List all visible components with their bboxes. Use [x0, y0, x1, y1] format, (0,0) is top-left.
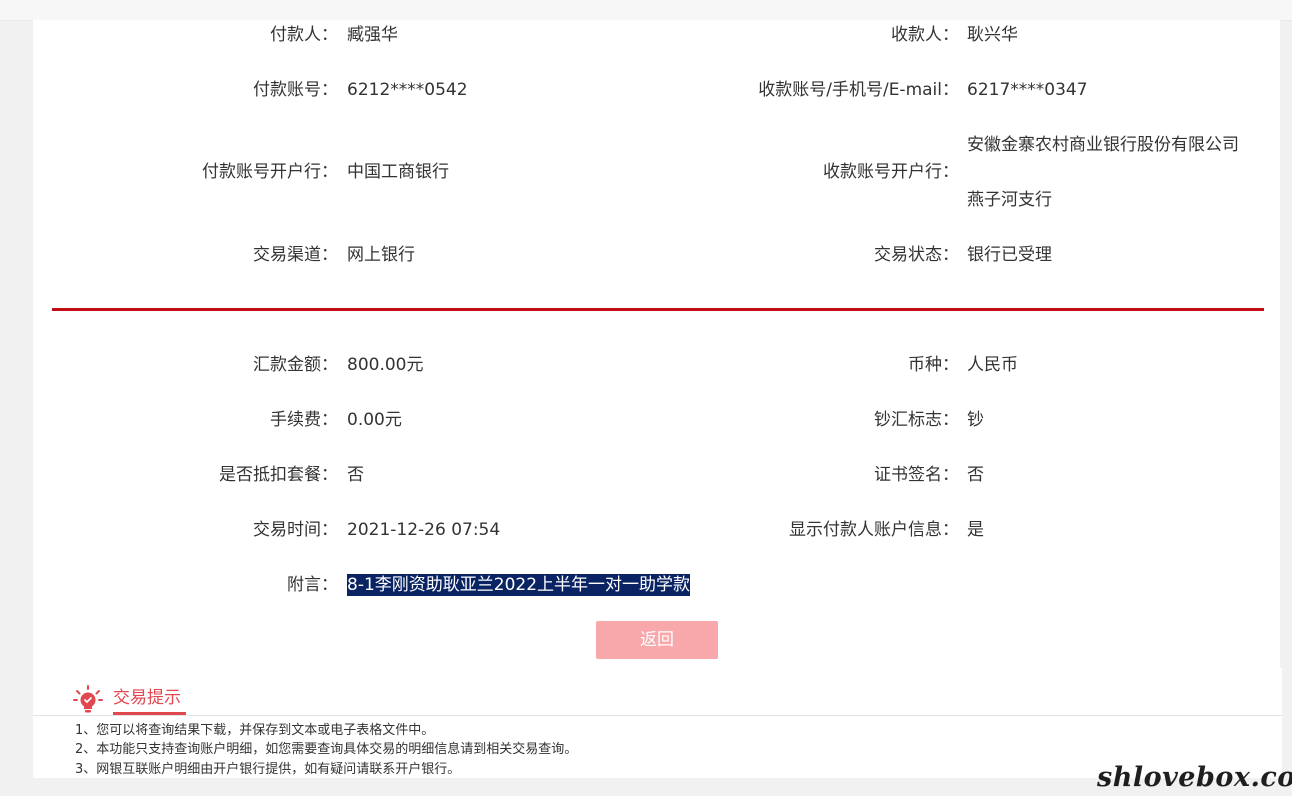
- payer-value: 臧强华: [347, 25, 398, 45]
- fee-value: 0.00元: [347, 410, 402, 430]
- cash-flag-value: 钞: [967, 410, 984, 430]
- show-payer-value: 是: [967, 520, 984, 540]
- package-label: 是否抵扣套餐：: [219, 465, 338, 485]
- payer-account-label: 付款账号：: [253, 80, 338, 100]
- payer-account-value: 6212****0542: [347, 80, 468, 100]
- status-value: 银行已受理: [967, 245, 1052, 265]
- payee-value: 耿兴华: [967, 25, 1018, 45]
- payee-bank-label: 收款账号开户行：: [823, 162, 959, 182]
- currency-value: 人民币: [967, 355, 1018, 375]
- channel-label: 交易渠道：: [253, 245, 338, 265]
- payee-account-label: 收款账号/手机号/E-mail：: [758, 80, 959, 100]
- tip-line-1: 1、您可以将查询结果下载，并保存到文本或电子表格文件中。: [75, 723, 435, 738]
- cert-value: 否: [967, 465, 984, 485]
- payee-bank-value-line1: 安徽金寨农村商业银行股份有限公司: [967, 135, 1239, 155]
- amount-label: 汇款金额：: [253, 355, 338, 375]
- currency-label: 币种：: [908, 355, 959, 375]
- status-label: 交易状态：: [874, 245, 959, 265]
- payee-bank-value-line2: 燕子河支行: [967, 190, 1052, 210]
- package-value: 否: [347, 465, 364, 485]
- payer-bank-value: 中国工商银行: [347, 162, 449, 182]
- watermark: shlovebox.com: [1097, 762, 1292, 793]
- tips-section: 交易提示 1、您可以将查询结果下载，并保存到文本或电子表格文件中。 2、本功能只…: [33, 668, 1282, 778]
- fee-label: 手续费：: [270, 410, 338, 430]
- tips-title: 交易提示: [113, 688, 181, 708]
- memo-value: 8-1李刚资助耿亚兰2022上半年一对一助学款: [347, 574, 691, 596]
- cert-label: 证书签名：: [874, 465, 959, 485]
- time-value: 2021-12-26 07:54: [347, 520, 501, 540]
- memo-label: 附言：: [287, 575, 338, 595]
- payee-label: 收款人：: [891, 25, 959, 45]
- amount-value: 800.00元: [347, 355, 424, 375]
- payer-label: 付款人：: [270, 25, 338, 45]
- payer-bank-label: 付款账号开户行：: [202, 162, 338, 182]
- time-label: 交易时间：: [253, 520, 338, 540]
- tip-line-2: 2、本功能只支持查询账户明细，如您需要查询具体交易的明细信息请到相关交易查询。: [75, 742, 578, 757]
- payee-account-value: 6217****0347: [967, 80, 1088, 100]
- cash-flag-label: 钞汇标志：: [874, 410, 959, 430]
- lightbulb-icon: [73, 685, 103, 713]
- channel-value: 网上银行: [347, 245, 415, 265]
- return-button[interactable]: 返回: [596, 621, 718, 659]
- transfer-detail-panel: [33, 20, 1280, 668]
- show-payer-label: 显示付款人账户信息：: [789, 520, 959, 540]
- tip-line-3: 3、网银互联账户明细由开户银行提供，如有疑问请联系开户银行。: [75, 762, 461, 777]
- tips-divider: [33, 715, 1282, 716]
- top-strip: [0, 0, 1292, 21]
- section-divider: [52, 308, 1264, 311]
